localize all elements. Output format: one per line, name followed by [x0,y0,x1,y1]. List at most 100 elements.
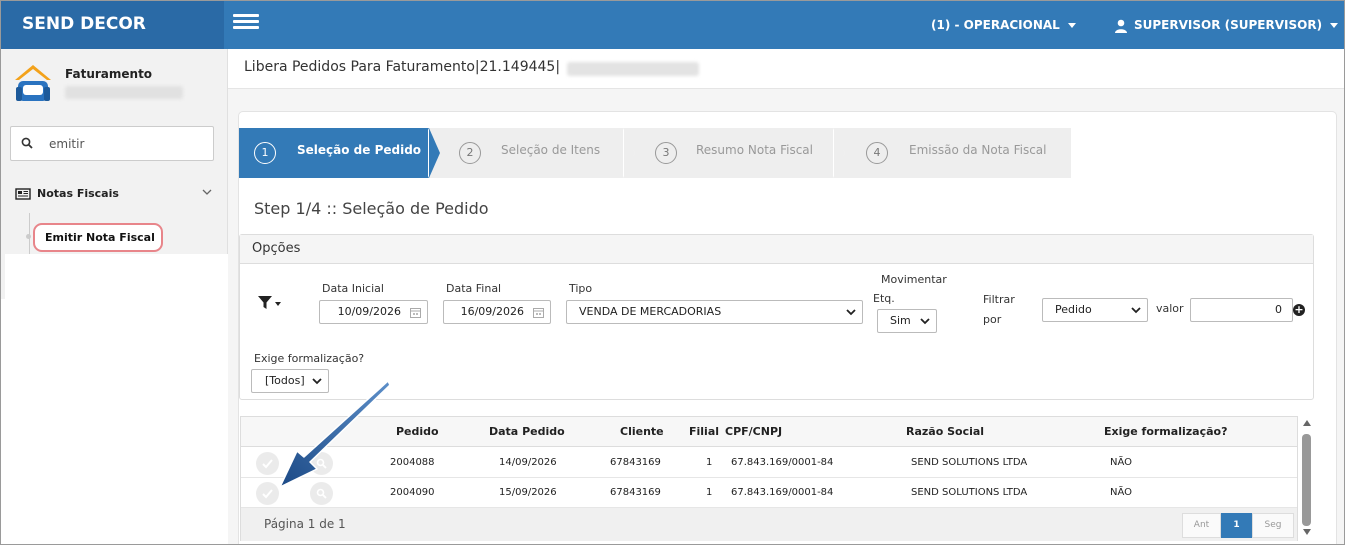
sidebar-group-notas-fiscais[interactable]: Notas Fiscais [15,187,119,200]
chevron-down-icon [846,309,856,316]
column-header[interactable]: Data Pedido [489,425,565,438]
wizard-step-1[interactable]: 1 Seleção de Pedido [239,128,440,178]
search-icon [316,488,327,499]
scroll-thumb[interactable] [1302,434,1311,526]
movimentar-value: Sim [890,314,911,327]
caret-down-icon [1067,23,1076,28]
table-row[interactable]: 2004090 15/09/2026 67843169 1 67.843.169… [241,478,1297,508]
table-row[interactable]: 2004088 14/09/2026 67843169 1 67.843.169… [241,448,1297,478]
valor-value: 0 [1275,303,1282,316]
check-icon [262,459,273,469]
sidebar-edge [1,254,5,299]
select-order-button[interactable] [256,452,279,475]
chevron-down-icon[interactable] [202,188,212,196]
sidebar-item-emitir-nota-fiscal[interactable]: Emitir Nota Fiscal [33,223,163,252]
step-number: 4 [866,142,888,164]
valor-label: valor [1156,302,1184,315]
movimentar-select[interactable]: Sim [877,309,937,333]
cell-cnpj: 67.843.169/0001-84 [731,457,834,468]
column-header[interactable]: Filial [689,425,719,438]
scroll-up-icon[interactable] [1303,420,1311,426]
etq-label: Etq. [873,292,895,305]
scroll-down-icon[interactable] [1303,529,1311,535]
view-order-button[interactable] [310,482,333,505]
tipo-value: VENDA DE MERCADORIAS [579,305,722,318]
exige-select[interactable]: [Todos] [251,369,329,393]
sofa-logo-icon [15,65,51,101]
sidebar-group-label: Notas Fiscais [37,187,119,200]
cell-data: 14/09/2026 [499,457,557,468]
column-header[interactable]: Exige formalização? [1104,425,1227,438]
filtrar-label: Filtrar [983,293,1015,306]
data-inicial-input[interactable]: 10/09/2026 [319,300,428,324]
filter-icon[interactable] [258,296,282,310]
orders-table: Pedido Data Pedido Cliente Filial CPF/CN… [240,416,1298,541]
select-order-button[interactable] [256,482,279,505]
newspaper-icon [15,188,31,200]
data-inicial-label: Data Inicial [322,282,384,295]
sidebar-search[interactable] [10,126,214,161]
chevron-down-icon [312,378,322,385]
wizard-step-4[interactable]: 4 Emissão da Nota Fiscal [833,128,1071,178]
caret-down-icon [1330,23,1339,28]
brand-logo[interactable]: SEND DECOR [1,1,224,49]
data-inicial-value: 10/09/2026 [337,305,401,318]
column-header[interactable]: Razão Social [906,425,984,438]
calendar-icon[interactable] [410,307,421,318]
step-number: 1 [254,142,276,164]
tree-dot [26,234,31,239]
exige-value: [Todos] [265,374,305,387]
step-label: Resumo Nota Fiscal [696,143,813,157]
cell-razao: SEND SOLUTIONS LTDA [911,487,1028,498]
wizard-step-3[interactable]: 3 Resumo Nota Fiscal [623,128,845,178]
page-title: Libera Pedidos Para Faturamento|21.14944… [244,59,561,75]
filtrar-por-select[interactable]: Pedido [1042,298,1148,322]
user-label: SUPERVISOR (SUPERVISOR) [1134,18,1323,32]
chevron-down-icon [1131,307,1141,314]
sidebar: Faturamento Notas Fiscais Emitir Nota Fi… [1,49,228,254]
current-page-button[interactable]: 1 [1221,513,1252,538]
options-header: Opções [240,235,1313,264]
step-number: 2 [459,142,481,164]
filtrar-por-value: Pedido [1055,303,1092,316]
cell-pedido: 2004088 [390,457,435,468]
add-filter-icon[interactable]: + [1293,304,1305,316]
data-final-input[interactable]: 16/09/2026 [443,300,551,324]
valor-input[interactable]: 0 [1190,298,1293,322]
vertical-scrollbar[interactable] [1300,416,1314,541]
cell-exige: NÃO [1110,487,1133,498]
cell-filial: 1 [706,487,713,498]
redacted-text [567,62,699,76]
page-info: Página 1 de 1 [264,517,346,531]
column-header[interactable]: Pedido [396,425,439,438]
column-header[interactable]: Cliente [620,425,664,438]
view-order-button[interactable] [310,452,333,475]
redacted-text [65,86,183,99]
data-final-value: 16/09/2026 [460,305,524,318]
user-dropdown[interactable]: SUPERVISOR (SUPERVISOR) [1114,1,1339,49]
column-header[interactable]: CPF/CNPJ [725,425,782,438]
cell-data: 15/09/2026 [499,487,557,498]
step-label: Seleção de Itens [501,143,601,157]
search-icon [21,137,33,149]
wizard-step-2[interactable]: 2 Seleção de Itens [428,128,635,178]
table-footer: Página 1 de 1 Ant 1 Seg [241,508,1297,541]
next-page-button[interactable]: Seg [1252,513,1294,538]
step-label: Seleção de Pedido [297,143,422,157]
company-dropdown[interactable]: (1) - OPERACIONAL [931,1,1076,49]
step-label: Emissão da Nota Fiscal [909,143,1047,157]
tipo-label: Tipo [569,282,593,295]
prev-page-button[interactable]: Ant [1182,513,1221,538]
calendar-icon[interactable] [533,307,544,318]
chevron-down-icon [920,318,930,325]
exige-label: Exige formalização? [254,352,365,365]
module-title: Faturamento [65,67,153,81]
data-final-label: Data Final [446,282,502,295]
cell-cliente: 67843169 [610,457,661,468]
top-bar: SEND DECOR (1) - OPERACIONAL SUPERVISOR … [1,1,1344,49]
tipo-select[interactable]: VENDA DE MERCADORIAS [566,300,863,324]
hamburger-icon[interactable] [233,14,259,32]
step-heading: Step 1/4 :: Seleção de Pedido [254,199,489,218]
cell-pedido: 2004090 [390,487,435,498]
sidebar-search-input[interactable] [49,135,199,153]
